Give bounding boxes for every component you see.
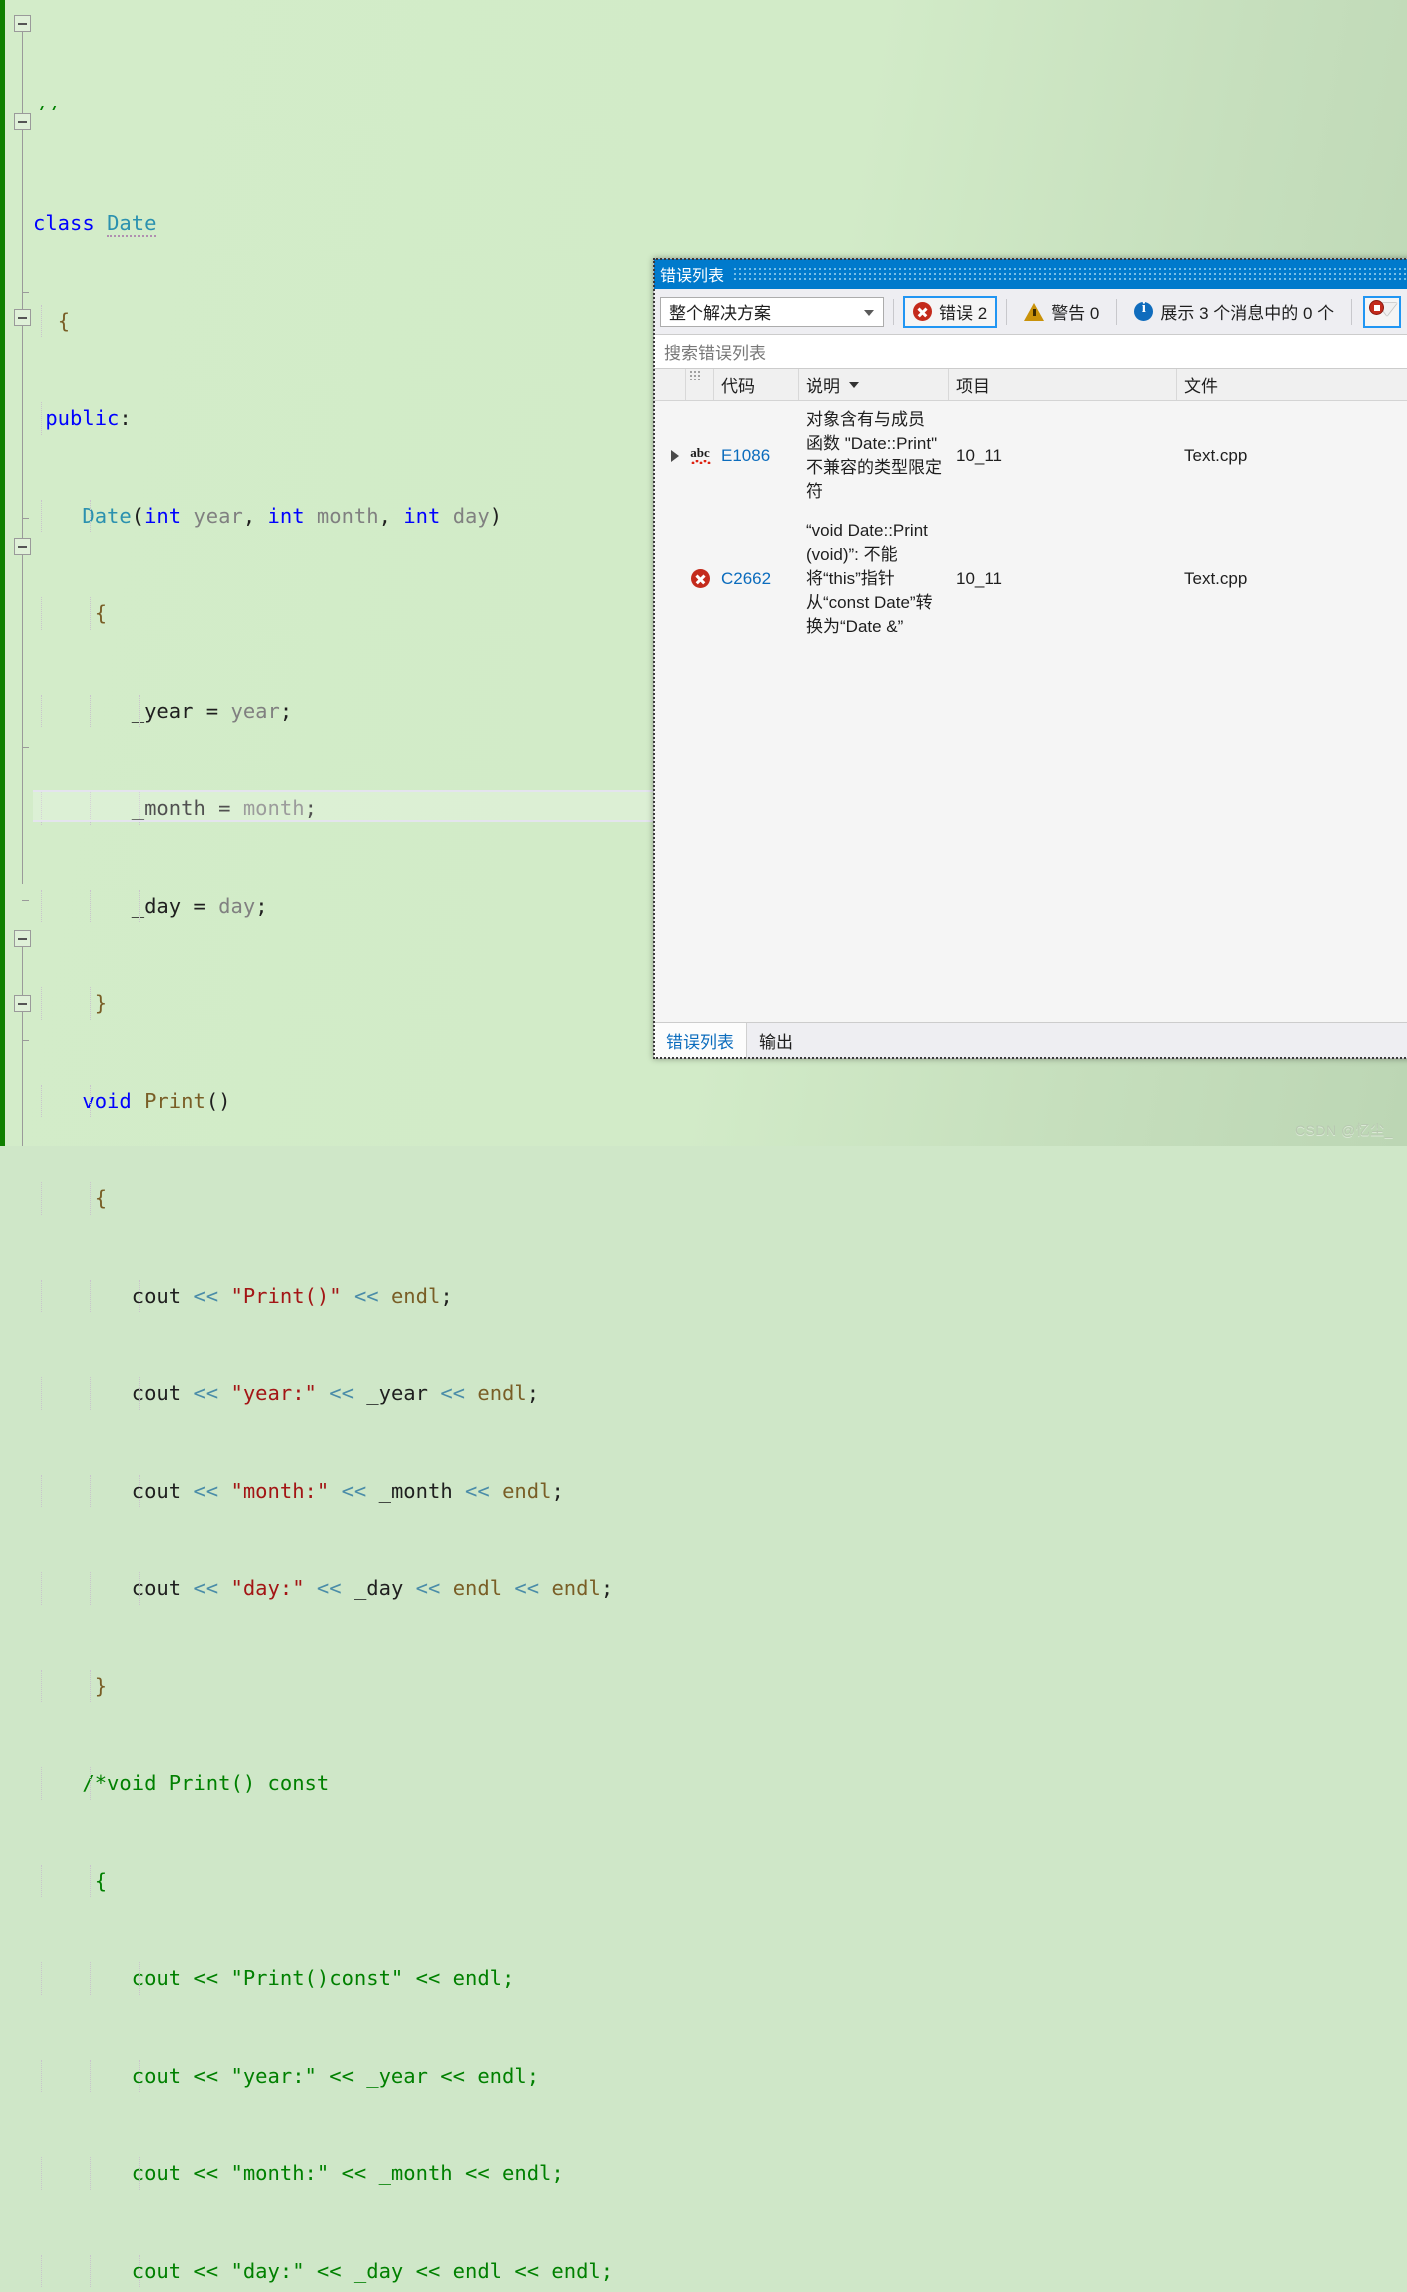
info-circle-icon [1134, 300, 1154, 321]
code-line: { [33, 1864, 1407, 1897]
column-header-project[interactable]: 项目 [949, 369, 1177, 400]
code-line: { [33, 1182, 1407, 1215]
toolbar-separator [1116, 298, 1118, 325]
error-list-bottom-tabs[interactable]: 错误列表 输出 [654, 1022, 1407, 1058]
warning-triangle-icon [1024, 302, 1045, 321]
code-line-partial: // [33, 98, 1407, 110]
toolbar-separator [893, 298, 894, 325]
toolbar-separator [1006, 298, 1008, 325]
outline-rail [22, 547, 23, 747]
messages-filter-button[interactable]: 展示 3 个消息中的 0 个 [1126, 296, 1342, 328]
row-expander[interactable] [654, 450, 686, 462]
scope-dropdown[interactable]: 整个解决方案 [660, 296, 884, 327]
outline-rail-foot [22, 747, 29, 748]
error-circle-icon [690, 569, 710, 588]
row-project: 10_11 [956, 446, 1003, 465]
outline-rail [22, 940, 23, 1146]
tab-error-list[interactable]: 错误列表 [654, 1023, 747, 1058]
warnings-filter-button[interactable]: 警告 0 [1016, 296, 1107, 328]
column-header-description[interactable]: 说明 [799, 369, 949, 400]
column-header-expander [654, 369, 686, 400]
column-header-file-label: 文件 [1184, 377, 1218, 396]
row-project: 10_11 [956, 568, 1003, 588]
column-header-project-label: 项目 [956, 377, 990, 396]
column-header-code[interactable]: 代码 [714, 369, 799, 400]
tab-output[interactable]: 输出 [747, 1023, 805, 1058]
outline-rail [22, 318, 23, 518]
code-line: cout << "day:" << _day << endl << endl; [33, 1572, 1407, 1605]
table-row[interactable]: abc E1086 对象含有与成员 函数 "Date::Print" 不兼容的类… [654, 401, 1407, 511]
code-line: cout << "day:" << _day << endl << endl; [33, 2254, 1407, 2287]
errors-filter-label: 错误 2 [939, 304, 988, 323]
row-severity-icon-cell [686, 569, 714, 588]
fold-toggle-constructor[interactable] [14, 113, 31, 130]
row-severity-icon-cell: abc [686, 446, 714, 466]
column-header-file[interactable]: 文件 [1177, 369, 1407, 400]
scope-dropdown-value: 整个解决方案 [669, 304, 771, 323]
error-list-panel[interactable]: 错误列表 整个解决方案 错误 2 警告 0 展示 3 个消息中的 0 个 [653, 258, 1407, 1059]
search-placeholder: 搜索错误列表 [664, 344, 766, 363]
row-description: “void Date::Print (void)”: 不能 将“this”指针 … [806, 520, 933, 636]
fold-toggle-print-const-comment[interactable] [14, 538, 31, 555]
column-header-code-label: 代码 [721, 377, 755, 396]
error-list-title-bar[interactable]: 错误列表 [654, 259, 1407, 289]
error-list-title-text: 错误列表 [660, 268, 725, 285]
error-circle-icon [913, 302, 932, 321]
outline-rail-foot [22, 292, 29, 293]
editor-outline-gutter[interactable] [5, 0, 33, 1146]
code-line: cout << "month:" << _month << endl; [33, 2157, 1407, 2190]
tab-error-list-label: 错误列表 [666, 1033, 734, 1052]
title-bar-grip [734, 268, 1406, 280]
expand-triangle-icon [671, 450, 679, 462]
row-code[interactable]: C2662 [714, 567, 799, 591]
column-header-description-label: 说明 [806, 377, 840, 396]
watermark: CSDN @忆尘_ [1294, 1122, 1393, 1138]
column-header-icon[interactable] [686, 369, 714, 400]
outline-rail [22, 122, 23, 292]
sort-descending-icon [849, 381, 859, 388]
code-line: cout << "year:" << _year << endl; [33, 1377, 1407, 1410]
fold-toggle-main[interactable] [14, 930, 31, 947]
chevron-down-icon [864, 309, 874, 316]
search-error-list-input[interactable]: 搜索错误列表 [654, 335, 1407, 369]
fold-toggle-print[interactable] [14, 309, 31, 326]
code-line: void Print() [33, 1084, 1407, 1117]
column-options-dots-icon [690, 371, 702, 380]
row-file: Text.cpp [1184, 568, 1248, 588]
code-line: cout << "year:" << _year << endl; [33, 2059, 1407, 2092]
error-list-rows[interactable]: abc E1086 对象含有与成员 函数 "Date::Print" 不兼容的类… [654, 401, 1407, 1022]
abc-squiggle-icon: abc [690, 446, 712, 466]
toolbar-separator [1351, 298, 1353, 325]
code-line: cout << "month:" << _month << endl; [33, 1474, 1407, 1507]
table-row[interactable]: C2662 “void Date::Print (void)”: 不能 将“th… [654, 511, 1407, 646]
row-code[interactable]: E1086 [714, 444, 799, 468]
row-file: Text.cpp [1184, 446, 1248, 465]
tab-output-label: 输出 [759, 1033, 793, 1052]
filter-button[interactable] [1363, 295, 1402, 328]
code-line: /*void Print() const [33, 1767, 1407, 1800]
error-list-column-headers[interactable]: 代码 说明 项目 文件 [654, 369, 1407, 401]
errors-filter-button[interactable]: 错误 2 [903, 295, 998, 328]
fold-toggle-class-date[interactable] [14, 15, 31, 32]
warnings-filter-label: 警告 0 [1051, 304, 1100, 323]
row-description: 对象含有与成员 函数 "Date::Print" 不兼容的类型限定 符 [806, 410, 942, 501]
code-line: cout << "Print()" << endl; [33, 1279, 1407, 1312]
outline-rail-foot [22, 518, 29, 519]
outline-rail-foot [22, 1040, 29, 1041]
messages-filter-label: 展示 3 个消息中的 0 个 [1160, 304, 1335, 323]
fold-toggle-main-body[interactable] [14, 995, 31, 1012]
code-line: } [33, 1669, 1407, 1702]
outline-rail-foot [22, 900, 29, 901]
filter-active-badge-icon [1369, 299, 1385, 315]
code-line: cout << "Print()const" << endl; [33, 1962, 1407, 1995]
code-line: class Date [33, 211, 157, 237]
error-list-toolbar[interactable]: 整个解决方案 错误 2 警告 0 展示 3 个消息中的 0 个 [654, 289, 1407, 335]
